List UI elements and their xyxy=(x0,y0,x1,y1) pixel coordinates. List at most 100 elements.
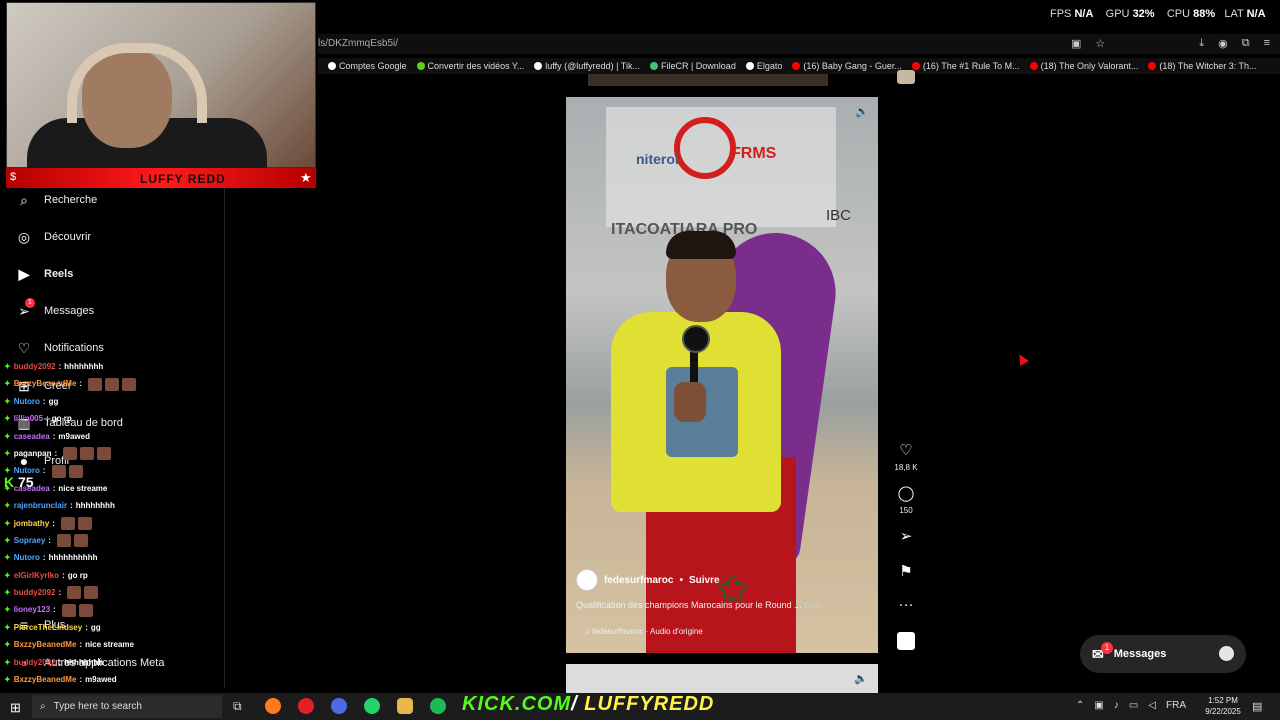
next-reel-volume-icon[interactable]: 🔈 xyxy=(854,672,868,685)
kick-badge-icon: ✦ xyxy=(4,622,11,632)
bookmark-item[interactable]: (18) The Witcher 3: Th... xyxy=(1148,61,1257,71)
notification-center-icon[interactable]: ▤ xyxy=(1252,700,1262,713)
sidebar-item-search[interactable]: ⌕ Recherche xyxy=(16,192,97,208)
sidebar-item-explore[interactable]: ◎ Découvrir xyxy=(16,229,91,245)
chat-username[interactable]: BxzzyBeanedMe xyxy=(14,671,77,688)
chat-emote-icon xyxy=(105,377,120,391)
chat-username[interactable]: caseadea xyxy=(14,428,50,445)
chat-username[interactable]: elGirlKyrlko xyxy=(14,567,59,584)
chat-username[interactable]: buddy2092 xyxy=(14,654,56,671)
bookmark-item[interactable]: FileCR | Download xyxy=(649,61,736,71)
audio-thumbnail[interactable] xyxy=(897,632,915,650)
sidebar-item-reels[interactable]: ▶ Reels xyxy=(16,266,74,282)
bookmark-favicon-icon xyxy=(416,62,425,70)
chat-username[interactable]: buddy2092 xyxy=(14,358,56,375)
windows-start-icon[interactable]: ⊞ xyxy=(10,700,21,716)
bookmark-star-icon[interactable]: ☆ xyxy=(1095,37,1105,50)
follow-button[interactable]: Suivre xyxy=(689,575,720,586)
chat-separator: : xyxy=(42,396,46,406)
chat-separator: : xyxy=(52,483,56,493)
chat-username[interactable]: lillin005 xyxy=(14,410,43,427)
chat-username[interactable]: paganpan xyxy=(14,445,52,462)
language-indicator[interactable]: FRA xyxy=(1166,700,1186,711)
taskbar-search[interactable]: ⌕ Type here to search xyxy=(32,695,222,718)
chrome-icon[interactable] xyxy=(331,698,347,714)
stream-banner-text: LUFFY REDD xyxy=(140,172,226,186)
bookmark-favicon-icon xyxy=(745,62,754,70)
author-name[interactable]: fedesurfmaroc xyxy=(604,575,673,586)
chat-username[interactable]: rajenbrunclair xyxy=(14,497,67,514)
like-heart-icon[interactable]: ♡ xyxy=(893,441,919,459)
heart-icon: ♡ xyxy=(17,339,31,356)
kick-badge-icon: ✦ xyxy=(4,431,11,441)
opera-icon[interactable] xyxy=(298,698,314,714)
bookmark-item[interactable]: Convertir des vidéos Y... xyxy=(416,61,524,71)
chat-username[interactable]: BxzzyBeanedMe xyxy=(14,375,77,392)
chat-username[interactable]: PierceTheLindsey xyxy=(14,619,82,636)
chat-emote-icon xyxy=(77,516,92,530)
chat-username[interactable]: Sopraey xyxy=(14,532,46,549)
chat-username[interactable]: BxzzyBeanedMe xyxy=(14,636,77,653)
chat-separator: : xyxy=(54,448,58,458)
more-options-icon[interactable]: ··· xyxy=(893,596,919,613)
chat-username[interactable]: Nutoro xyxy=(14,549,40,566)
kick-badge-icon: ✦ xyxy=(4,362,11,371)
volume-tray-icon[interactable]: ◁ xyxy=(1148,700,1156,711)
sidebar-item-notifications[interactable]: ♡ Notifications xyxy=(16,340,104,356)
comment-icon[interactable]: ◯ xyxy=(893,484,919,502)
bookmark-item[interactable]: (16) Baby Gang - Guer... xyxy=(792,61,902,71)
bookmark-item[interactable]: Elgato xyxy=(745,61,782,71)
next-reel-thumbnail[interactable] xyxy=(566,664,878,694)
extensions-icon[interactable]: ⧉ xyxy=(1242,37,1250,50)
prev-audio-thumbnail[interactable] xyxy=(897,70,915,84)
reel-audio[interactable]: ♫ fedesurfmaroc · Audio d'origine xyxy=(584,627,703,636)
mic-tray-icon[interactable]: ♪ xyxy=(1114,700,1119,711)
microphone-icon xyxy=(682,325,710,353)
volume-icon[interactable]: 🔈 xyxy=(854,105,870,121)
author-avatar[interactable] xyxy=(576,569,598,591)
spotify-icon[interactable] xyxy=(430,698,446,714)
bookmark-item[interactable]: Comptes Google xyxy=(328,61,407,71)
messages-avatar xyxy=(1219,646,1234,661)
chat-separator: : xyxy=(46,414,49,424)
whatsapp-icon[interactable] xyxy=(364,698,380,714)
account-icon[interactable]: ◉ xyxy=(1218,37,1228,50)
kick-badge-icon: ✦ xyxy=(4,518,11,528)
sidebar-item-messages[interactable]: ➢ 1 Messages xyxy=(16,298,94,319)
chat-message: ✦ Nutoro: xyxy=(4,462,214,479)
send-icon: ➢ 1 xyxy=(16,298,35,319)
bookmark-item[interactable]: (16) The #1 Rule To M... xyxy=(911,61,1020,71)
caption-more-link[interactable]: plus xyxy=(804,600,821,610)
kick-badge-icon: ✦ xyxy=(4,535,11,545)
chat-username[interactable]: jombathy xyxy=(14,515,50,532)
chat-username[interactable]: lioney123 xyxy=(14,601,50,618)
network-icon[interactable]: ▣ xyxy=(1094,700,1103,711)
reel-caption[interactable]: Qualification des champions Marocains po… xyxy=(576,600,821,610)
chat-message: ✦ PierceTheLindsey: gg xyxy=(4,619,214,636)
bookmark-favicon-icon xyxy=(1148,62,1157,70)
bookmark-item[interactable]: (18) The Only Valorant... xyxy=(1029,61,1138,71)
file-explorer-icon[interactable] xyxy=(397,698,413,714)
chevron-up-icon[interactable]: ⌃ xyxy=(1076,700,1084,711)
chat-message: ✦ BxzzyBeanedMe: m9awed xyxy=(4,671,214,688)
chat-emote-icon xyxy=(78,603,93,617)
task-view-icon[interactable]: ⧉ xyxy=(233,699,242,714)
taskbar-clock[interactable]: 1:52 PM 9/22/2025 xyxy=(1198,695,1248,717)
chat-text: m9awed xyxy=(85,675,117,685)
chat-username[interactable]: Nutoro xyxy=(14,393,40,410)
previous-reel-thumbnail[interactable] xyxy=(588,74,828,86)
chat-separator: : xyxy=(52,518,55,528)
chat-username[interactable]: buddy2092 xyxy=(14,584,56,601)
downloads-icon[interactable]: ⤓ xyxy=(1199,37,1204,50)
url-text[interactable]: ls/DKZmmqEsb5i/ xyxy=(318,38,398,49)
mouse-cursor-icon xyxy=(1015,352,1029,366)
menu-icon[interactable]: ≡ xyxy=(1264,37,1270,50)
system-tray: ⌃ ▣ ♪ ▭ ◁ FRA xyxy=(1076,700,1186,711)
save-bookmark-icon[interactable]: ⚑ xyxy=(893,562,919,580)
bookmark-item[interactable]: luffy (@luffyredd) | Tik... xyxy=(534,61,640,71)
install-app-icon[interactable]: ▣ xyxy=(1071,37,1081,50)
messages-pill-badge: 1 xyxy=(1101,642,1113,654)
share-icon[interactable]: ➢ xyxy=(893,527,919,545)
firefox-icon[interactable] xyxy=(265,698,281,714)
battery-icon[interactable]: ▭ xyxy=(1129,700,1138,711)
